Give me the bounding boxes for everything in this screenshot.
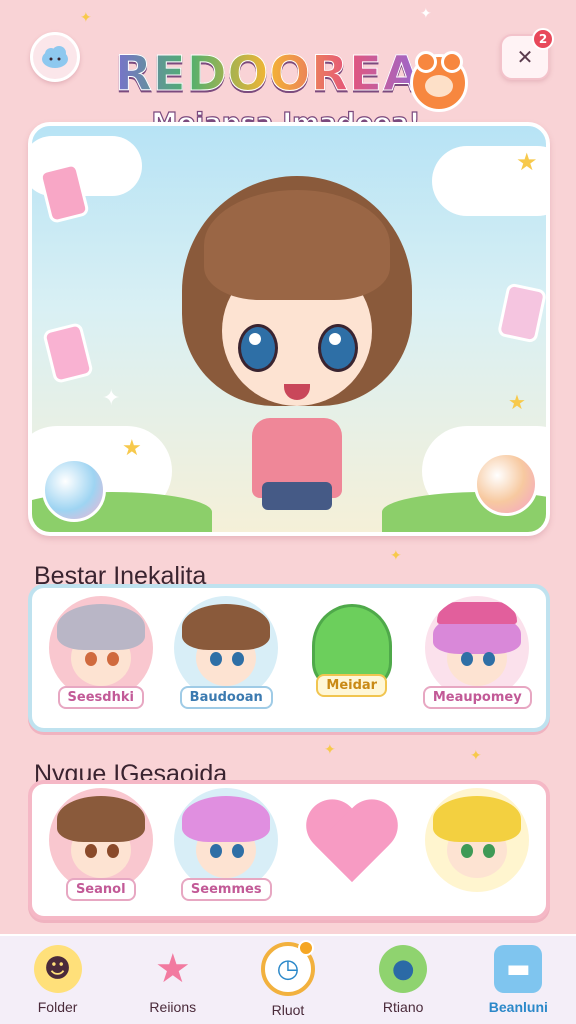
list-item[interactable]: Seemmes [167, 782, 285, 918]
creature-icon: ● [379, 945, 428, 993]
pink-hat-character-icon [425, 596, 530, 700]
sparkle-icon: ✦ [470, 748, 482, 764]
close-icon: ✕ [516, 45, 534, 69]
featured-list: Seesdhki Baudooan Meidar Meaupomey [28, 584, 550, 732]
pink-hair-girl-icon [174, 788, 279, 892]
card-icon [496, 282, 546, 344]
star-icon: ★ [516, 148, 538, 176]
list-item[interactable] [293, 782, 411, 918]
nav-label: Reiions [149, 999, 197, 1015]
sun-face-icon: ☻ [33, 945, 82, 993]
app-title: REDOOREA [108, 46, 428, 103]
heart-icon [307, 802, 397, 892]
item-label: Seanol [65, 878, 136, 901]
item-label: Seemmes [180, 878, 272, 901]
notification-dot [297, 940, 314, 956]
star-icon: ★ [154, 946, 191, 992]
nav-item-rtiano[interactable]: ● Rtiano [353, 938, 453, 1022]
nav-label: Folder [37, 999, 78, 1015]
recent-list: Seanol Seemmes [28, 780, 550, 920]
nav-item-beanluni[interactable]: ▬ Beanluni [468, 938, 568, 1022]
list-item[interactable] [418, 782, 536, 918]
item-label: Baudooan [179, 686, 273, 709]
nav-item-folder[interactable]: ☻ Folder [8, 938, 108, 1022]
bottom-nav: ☻ Folder ★ Reiions ◷ Rluot ● Rtiano ▬ Be… [0, 934, 576, 1024]
sparkle-icon: ✦ [420, 6, 432, 22]
card-icon [42, 321, 94, 385]
list-item[interactable]: Baudooan [167, 590, 285, 726]
silver-hair-character-icon [48, 596, 153, 700]
brown-hair-boy-icon [48, 788, 153, 892]
bubble-icon [42, 458, 106, 522]
list-item[interactable]: Meaupomey [418, 590, 536, 726]
sparkle-icon: ✦ [324, 742, 336, 758]
nav-label: Beanluni [488, 999, 548, 1015]
sparkle-icon: ✦ [102, 386, 121, 411]
list-item[interactable]: Seanol [42, 782, 160, 918]
close-button[interactable]: ✕ 2 [500, 28, 554, 80]
sparkle-icon: ✦ [80, 10, 92, 26]
item-label: Seesdhki [57, 686, 144, 709]
brown-hair-character-icon [174, 596, 279, 700]
list-item[interactable]: Meidar [293, 590, 411, 726]
item-label: Meidar [316, 674, 388, 697]
nav-item-rluot[interactable]: ◷ Rluot [238, 938, 338, 1022]
list-item[interactable]: Seesdhki [42, 590, 160, 726]
cat-ear-character-icon [425, 788, 530, 892]
notification-badge: 2 [532, 28, 554, 50]
profile-button[interactable] [30, 32, 80, 82]
star-icon: ★ [508, 390, 526, 414]
star-icon: ★ [122, 436, 142, 461]
sparkle-icon: ✦ [390, 548, 402, 564]
nav-item-reiions[interactable]: ★ Reiions [123, 938, 223, 1022]
nav-label: Rtiano [382, 999, 424, 1015]
cloud-face-icon [42, 46, 68, 68]
card-icon: ▬ [494, 945, 543, 993]
item-label: Meaupomey [422, 686, 532, 709]
mascot-icon [410, 51, 468, 112]
hero-banner[interactable]: ★ ★ ★ ✦ [28, 122, 550, 536]
bubble-icon [474, 452, 538, 516]
nav-label: Rluot [271, 1002, 305, 1018]
featured-character [182, 156, 412, 526]
